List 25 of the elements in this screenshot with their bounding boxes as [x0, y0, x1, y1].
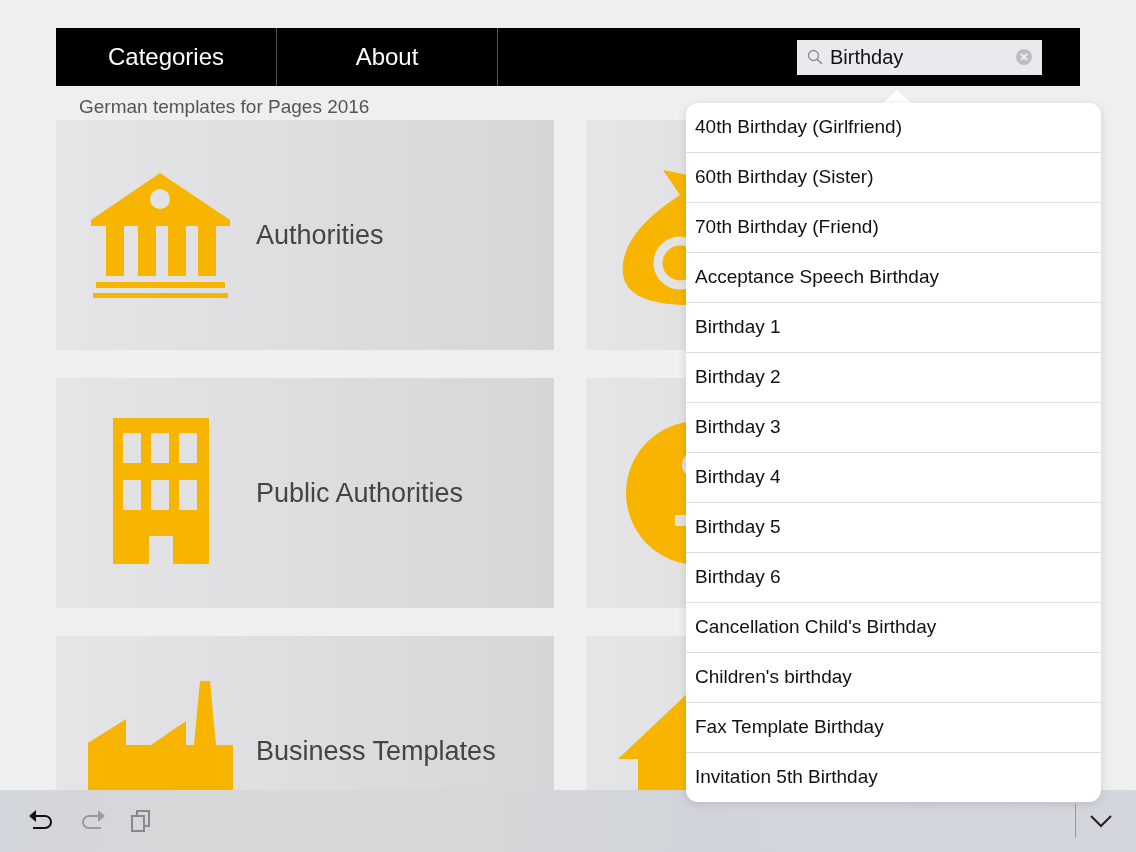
copy-icon[interactable] — [130, 809, 152, 833]
suggestion-item[interactable]: 70th Birthday (Friend) — [686, 203, 1101, 253]
suggestion-item[interactable]: Acceptance Speech Birthday — [686, 253, 1101, 303]
tile-label: Authorities — [256, 219, 384, 251]
chevron-down-icon[interactable] — [1090, 814, 1112, 828]
suggestion-item[interactable]: 60th Birthday (Sister) — [686, 153, 1101, 203]
suggestion-item[interactable]: Fax Template Birthday — [686, 703, 1101, 753]
suggestion-item[interactable]: Birthday 6 — [686, 553, 1101, 603]
tile-label: Public Authorities — [256, 477, 464, 509]
suggestion-item[interactable]: Birthday 3 — [686, 403, 1101, 453]
suggestion-item[interactable]: Birthday 2 — [686, 353, 1101, 403]
suggestion-item[interactable]: Birthday 4 — [686, 453, 1101, 503]
suggestion-item[interactable]: Cancellation Child's Birthday — [686, 603, 1101, 653]
suggestion-item[interactable]: 40th Birthday (Girlfriend) — [686, 103, 1101, 153]
suggestion-item[interactable]: Children's birthday — [686, 653, 1101, 703]
suggestion-item[interactable]: Birthday 1 — [686, 303, 1101, 353]
clear-icon[interactable] — [1016, 48, 1032, 65]
tile-label: Business Templates — [256, 735, 496, 767]
category-tile[interactable]: Public Authorities — [56, 378, 554, 608]
subtitle: German templates for Pages 2016 — [79, 96, 370, 118]
suggestion-item[interactable]: Birthday 5 — [686, 503, 1101, 553]
suggestion-item[interactable]: Invitation 5th Birthday — [686, 753, 1101, 802]
category-tile[interactable]: Business Templates — [56, 636, 554, 790]
category-tile[interactable]: Authorities — [56, 120, 554, 350]
search-field[interactable]: Birthday — [797, 39, 1042, 75]
